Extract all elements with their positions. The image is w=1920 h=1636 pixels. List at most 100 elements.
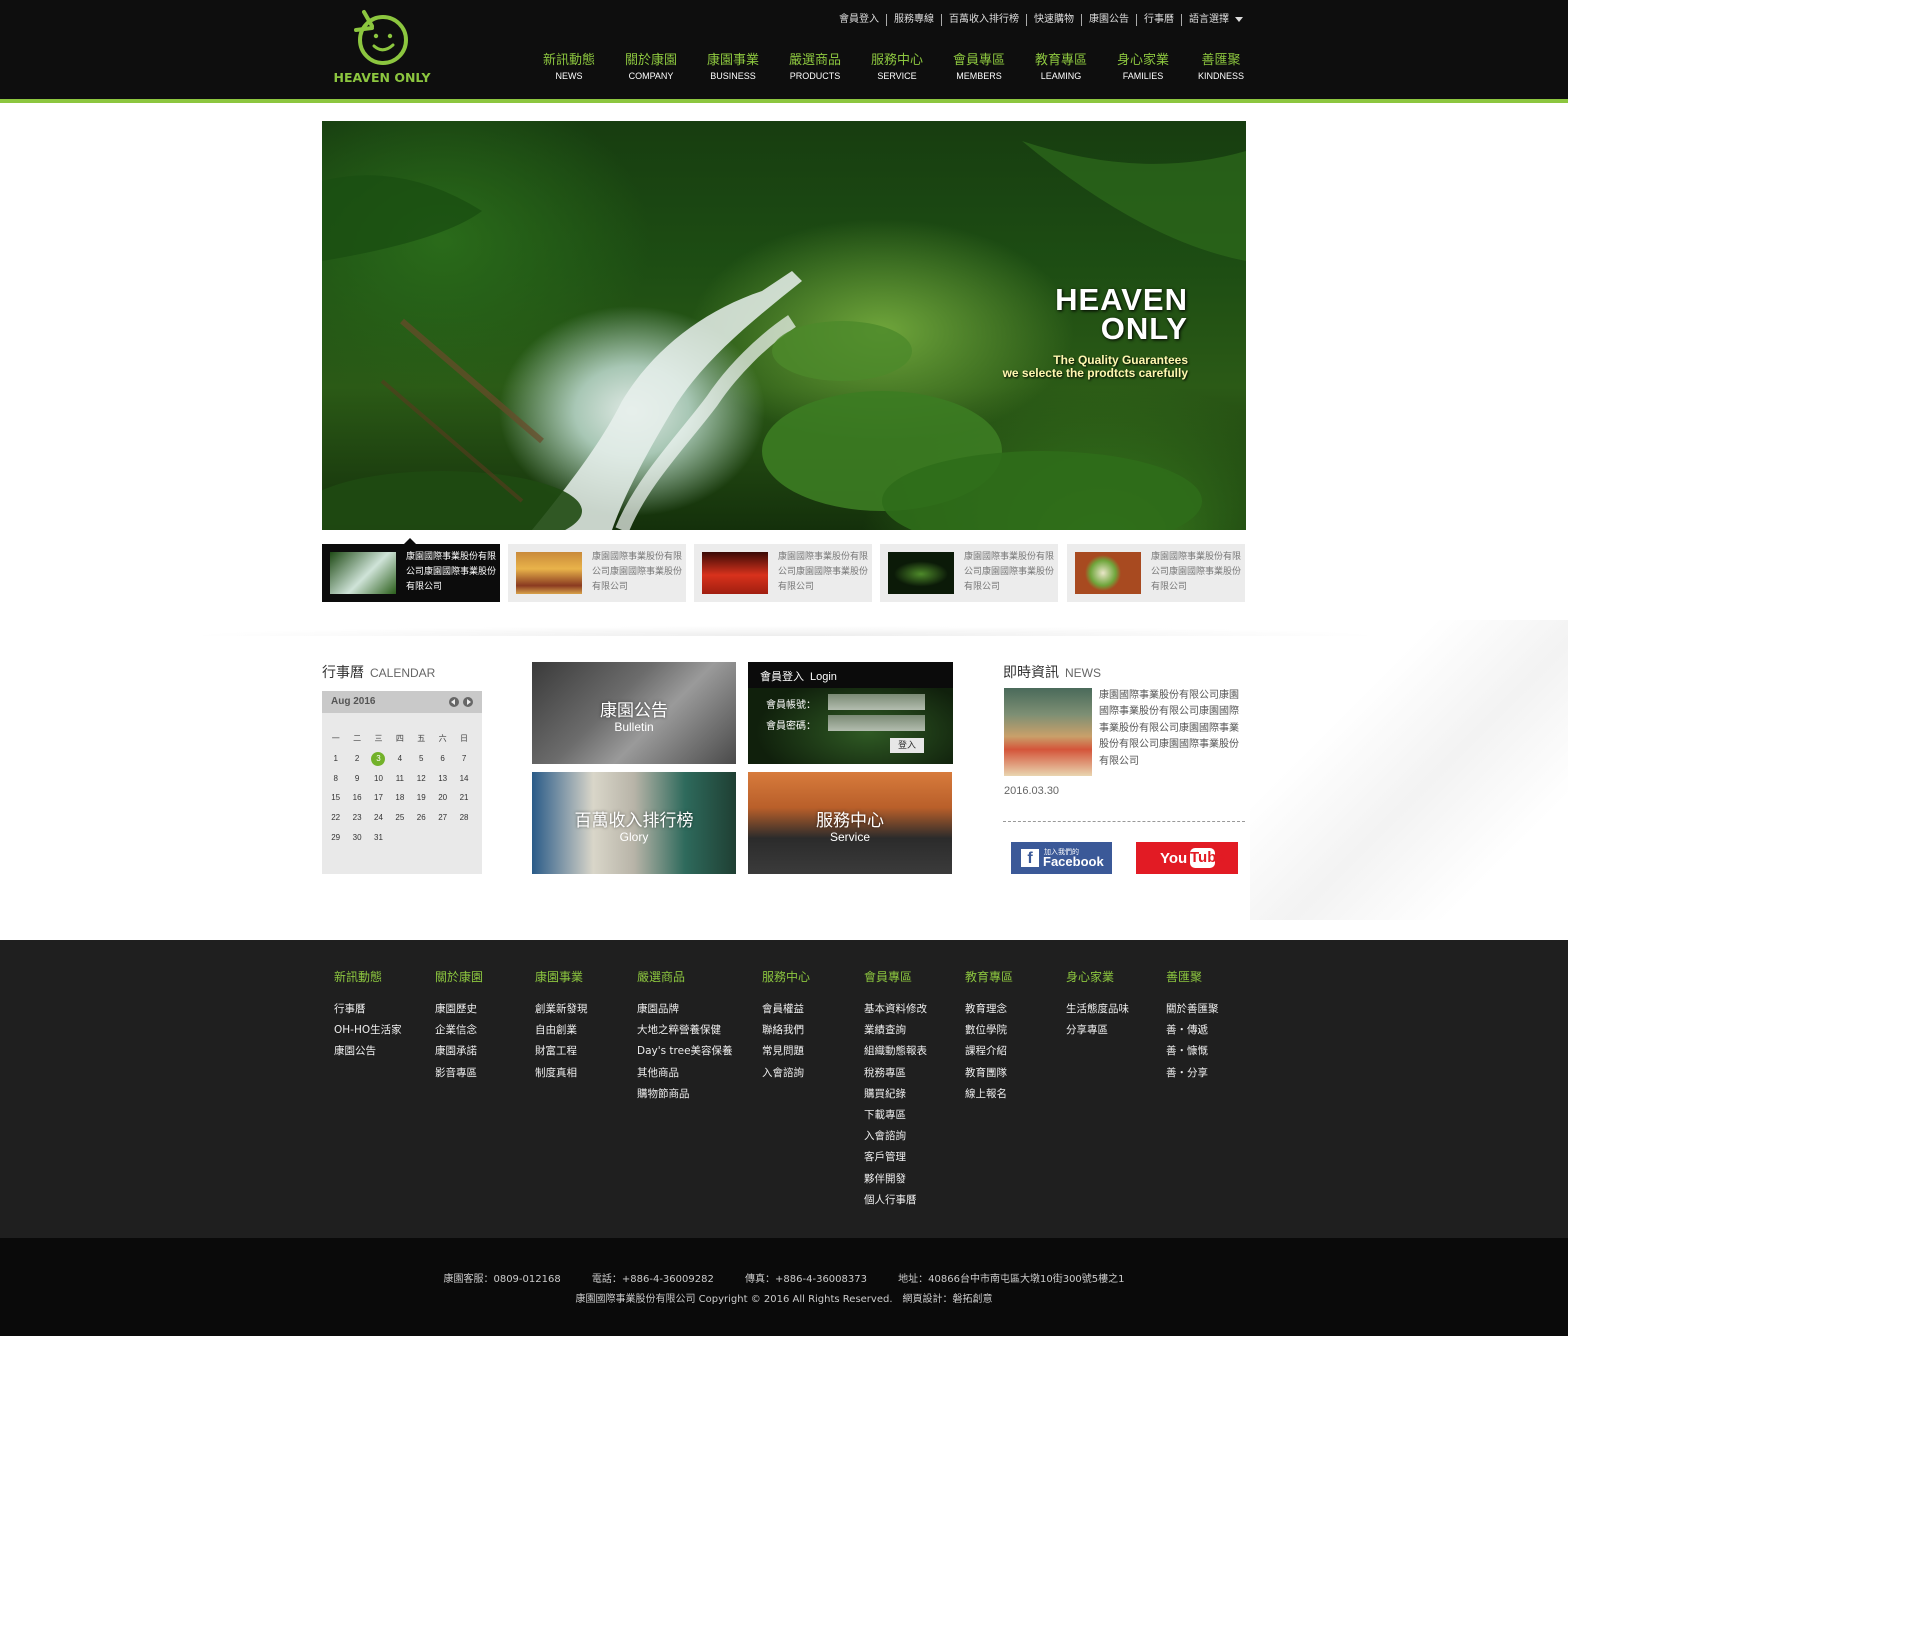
nav-families[interactable]: 身心家業 FAMILIES (1102, 52, 1184, 81)
calendar-day[interactable]: 15 (325, 788, 346, 808)
footer-link[interactable]: 康園承諾 (435, 1043, 483, 1064)
calendar-day[interactable]: 16 (346, 788, 367, 808)
footer-link[interactable]: 自由創業 (535, 1022, 588, 1043)
footer-link[interactable]: 善・慷慨 (1166, 1043, 1219, 1064)
calendar-day[interactable]: 2 (346, 749, 367, 769)
nav-kindness[interactable]: 善匯聚 KINDNESS (1188, 52, 1254, 81)
calendar-day[interactable]: 22 (325, 808, 346, 828)
slide-thumb[interactable]: 康園國際事業股份有限公司康園國際事業股份有限公司 (1067, 544, 1245, 602)
youtube-button[interactable]: You Tube (1136, 842, 1238, 874)
nav-business[interactable]: 康園事業 BUSINESS (692, 52, 774, 81)
footer-link[interactable]: 個人行事曆 (864, 1192, 927, 1213)
hero-slideshow[interactable]: HEAVEN ONLY The Quality Guarantees we sele… (322, 121, 1246, 530)
footer-link[interactable]: 入會諮詢 (762, 1065, 810, 1086)
topnav-service-line[interactable]: 服務專線 (887, 14, 942, 26)
footer-link[interactable]: 下載專區 (864, 1107, 927, 1128)
calendar-day[interactable]: 8 (325, 769, 346, 789)
footer-link[interactable]: 教育團隊 (965, 1065, 1013, 1086)
news-excerpt[interactable]: 康園國際事業股份有限公司康園國際事業股份有限公司康園國際事業股份有限公司康園國際… (1099, 688, 1247, 770)
footer-link[interactable]: 入會諮詢 (864, 1128, 927, 1149)
footer-link[interactable]: 稅務專區 (864, 1065, 927, 1086)
calendar-day[interactable]: 21 (453, 788, 474, 808)
calendar-day[interactable]: 12 (411, 769, 432, 789)
footer-link[interactable]: 關於善匯聚 (1166, 1001, 1219, 1022)
footer-heading[interactable]: 關於康園 (435, 968, 483, 1001)
nav-products[interactable]: 嚴選商品 PRODUCTS (774, 52, 856, 81)
topnav-member-login[interactable]: 會員登入 (832, 14, 887, 26)
calendar-day[interactable]: 7 (453, 749, 474, 769)
topnav-language-select[interactable]: 語言選擇 (1182, 14, 1243, 26)
footer-link[interactable]: 行事曆 (334, 1001, 402, 1022)
topnav-bulletin[interactable]: 康園公告 (1082, 14, 1137, 26)
footer-link[interactable]: 企業信念 (435, 1022, 483, 1043)
footer-link[interactable]: 康園歷史 (435, 1001, 483, 1022)
calendar-day[interactable]: 23 (346, 808, 367, 828)
calendar-day[interactable]: 24 (368, 808, 389, 828)
footer-link[interactable]: 財富工程 (535, 1043, 588, 1064)
prev-month-icon[interactable] (449, 697, 459, 707)
footer-link[interactable]: 制度真相 (535, 1065, 588, 1086)
site-logo[interactable]: HEAVEN ONLY (326, 8, 438, 92)
next-month-icon[interactable] (463, 697, 473, 707)
footer-link[interactable]: 數位學院 (965, 1022, 1013, 1043)
account-input[interactable] (828, 694, 925, 710)
calendar-day[interactable]: 25 (389, 808, 410, 828)
nav-learning[interactable]: 教育專區 LEAMING (1020, 52, 1102, 81)
footer-link[interactable]: 業績查詢 (864, 1022, 927, 1043)
topnav-quick-shopping[interactable]: 快速購物 (1027, 14, 1082, 26)
footer-link[interactable]: 教育理念 (965, 1001, 1013, 1022)
calendar-day[interactable]: 19 (411, 788, 432, 808)
calendar-day[interactable]: 1 (325, 749, 346, 769)
password-input[interactable] (828, 715, 925, 731)
footer-heading[interactable]: 嚴選商品 (637, 968, 733, 1001)
footer-link[interactable]: 生活態度品味 (1066, 1001, 1129, 1022)
footer-link[interactable]: 線上報名 (965, 1086, 1013, 1107)
topnav-income-ranking[interactable]: 百萬收入排行榜 (942, 14, 1027, 26)
footer-link[interactable]: OH-HO生活家 (334, 1022, 402, 1043)
calendar-day[interactable]: 30 (346, 827, 367, 847)
calendar-day[interactable]: 10 (368, 769, 389, 789)
nav-news[interactable]: 新訊動態 NEWS (528, 52, 610, 81)
footer-link[interactable]: 其他商品 (637, 1065, 733, 1086)
facebook-button[interactable]: f 加入我們的 Facebook (1011, 842, 1112, 874)
nav-members[interactable]: 會員專區 MEMBERS (938, 52, 1020, 81)
footer-heading[interactable]: 會員專區 (864, 968, 927, 1001)
footer-link[interactable]: 購買紀錄 (864, 1086, 927, 1107)
footer-link[interactable]: 影音專區 (435, 1065, 483, 1086)
calendar-day[interactable]: 13 (432, 769, 453, 789)
nav-service[interactable]: 服務中心 SERVICE (856, 52, 938, 81)
footer-link[interactable]: 會員權益 (762, 1001, 810, 1022)
calendar-day[interactable]: 3 (368, 749, 389, 769)
footer-link[interactable]: 購物節商品 (637, 1086, 733, 1107)
footer-link[interactable]: Day's tree美容保養 (637, 1043, 733, 1064)
login-button[interactable]: 登入 (890, 738, 924, 753)
glory-tile[interactable]: 百萬收入排行榜 Glory (532, 772, 736, 874)
slide-thumb[interactable]: 康園國際事業股份有限公司康園國際事業股份有限公司 (694, 544, 872, 602)
footer-heading[interactable]: 身心家業 (1066, 968, 1129, 1001)
calendar-day[interactable]: 14 (453, 769, 474, 789)
calendar-day[interactable]: 18 (389, 788, 410, 808)
footer-heading[interactable]: 服務中心 (762, 968, 810, 1001)
footer-link[interactable]: 大地之粹營養保健 (637, 1022, 733, 1043)
footer-link[interactable]: 客戶管理 (864, 1149, 927, 1170)
calendar-day[interactable]: 29 (325, 827, 346, 847)
footer-link[interactable]: 常見問題 (762, 1043, 810, 1064)
slide-thumb[interactable]: 康園國際事業股份有限公司康園國際事業股份有限公司 (322, 538, 500, 602)
calendar-day[interactable]: 28 (453, 808, 474, 828)
calendar-day[interactable]: 31 (368, 827, 389, 847)
calendar-day[interactable]: 20 (432, 788, 453, 808)
footer-heading[interactable]: 康園事業 (535, 968, 588, 1001)
footer-link[interactable]: 聯絡我們 (762, 1022, 810, 1043)
footer-heading[interactable]: 新訊動態 (334, 968, 402, 1001)
calendar-day[interactable]: 4 (389, 749, 410, 769)
slide-thumb[interactable]: 康園國際事業股份有限公司康園國際事業股份有限公司 (508, 544, 686, 602)
footer-link[interactable]: 夥伴開發 (864, 1171, 927, 1192)
footer-link[interactable]: 組織動態報表 (864, 1043, 927, 1064)
calendar-day[interactable]: 26 (411, 808, 432, 828)
calendar-day[interactable]: 17 (368, 788, 389, 808)
calendar-day[interactable]: 27 (432, 808, 453, 828)
footer-link[interactable]: 善・傳遞 (1166, 1022, 1219, 1043)
calendar-day[interactable]: 9 (346, 769, 367, 789)
news-image[interactable] (1004, 688, 1092, 776)
service-tile[interactable]: 服務中心 Service (748, 772, 952, 874)
